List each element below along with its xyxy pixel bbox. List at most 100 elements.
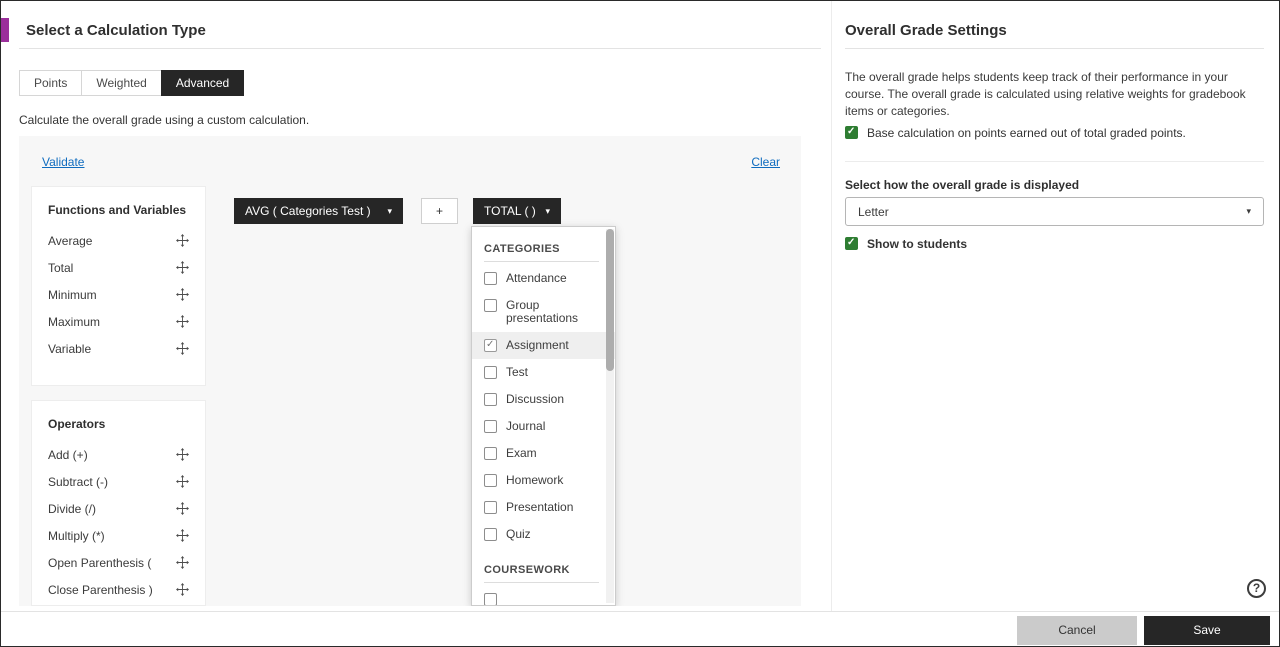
- base-calculation-checkbox[interactable]: Base calculation on points earned out of…: [845, 126, 1186, 140]
- functions-variables-card: Functions and Variables Average Total Mini…: [31, 186, 206, 386]
- operator-item-label: Subtract (-): [48, 474, 109, 489]
- functions-variables-title: Functions and Variables: [48, 203, 187, 217]
- add-operator-chip[interactable]: +: [421, 198, 458, 224]
- move-icon[interactable]: [176, 261, 189, 274]
- function-item[interactable]: Maximum: [48, 308, 189, 335]
- checkbox-icon[interactable]: [484, 272, 497, 285]
- operator-item[interactable]: Divide (/): [48, 495, 189, 522]
- category-option[interactable]: Attendance: [484, 265, 599, 292]
- add-operator-chip-label: +: [435, 204, 443, 218]
- save-button[interactable]: Save: [1144, 615, 1270, 645]
- operator-item[interactable]: Add (+): [48, 441, 189, 468]
- total-function-chip[interactable]: TOTAL ( ) ▾: [473, 198, 561, 224]
- overall-grade-description: The overall grade helps students keep tr…: [845, 70, 1246, 118]
- operator-item[interactable]: Open Parenthesis (: [48, 549, 189, 576]
- operator-item-label: Divide (/): [48, 501, 97, 516]
- category-option-label: Homework: [506, 473, 564, 487]
- chevron-down-icon: ▾: [1246, 206, 1251, 216]
- move-icon[interactable]: [176, 234, 189, 247]
- chevron-down-icon: ▾: [545, 205, 550, 216]
- checkbox-icon[interactable]: [484, 339, 497, 352]
- function-item-label: Total: [48, 260, 74, 275]
- operator-item-label: Open Parenthesis (: [48, 555, 152, 570]
- gradebook-settings-window: Select a Calculation Type Points Weighte…: [0, 0, 1280, 647]
- checkbox-icon[interactable]: [845, 126, 858, 139]
- function-item[interactable]: Total: [48, 254, 189, 281]
- function-item-label: Maximum: [48, 314, 101, 329]
- category-option[interactable]: Test: [484, 359, 599, 386]
- category-option-label: Group presentations: [506, 298, 579, 325]
- footer-bar: Cancel Save: [1, 611, 1279, 646]
- category-option[interactable]: Group presentations: [484, 292, 599, 332]
- operator-item[interactable]: Multiply (*): [48, 522, 189, 549]
- function-item[interactable]: Variable: [48, 335, 189, 362]
- checkbox-icon[interactable]: [484, 593, 497, 605]
- move-icon[interactable]: [176, 556, 189, 569]
- base-calculation-label: Base calculation on points earned out of…: [867, 126, 1186, 140]
- grade-display-select[interactable]: Letter ▾: [845, 197, 1264, 226]
- category-option-label: Test: [506, 365, 529, 379]
- divider: [19, 48, 821, 49]
- checkbox-icon[interactable]: [484, 393, 497, 406]
- dropdown-scrollbar[interactable]: [606, 229, 614, 603]
- category-option[interactable]: Journal: [484, 413, 599, 440]
- avg-function-chip-label: AVG ( Categories Test ): [245, 204, 371, 218]
- tab-points[interactable]: Points: [19, 70, 83, 96]
- clear-link[interactable]: Clear: [751, 155, 780, 169]
- category-option[interactable]: Discussion: [484, 386, 599, 413]
- checkbox-icon[interactable]: [484, 474, 497, 487]
- divider: [845, 48, 1264, 49]
- total-category-dropdown: CATEGORIES Attendance Group presentations A…: [471, 226, 616, 606]
- operator-item-label: Close Parenthesis ): [48, 582, 153, 597]
- checkbox-icon[interactable]: [484, 501, 497, 514]
- checkbox-icon[interactable]: [484, 447, 497, 460]
- function-item-label: Average: [48, 233, 93, 248]
- page-title: Select a Calculation Type: [26, 22, 206, 39]
- accent-bar: [1, 18, 9, 42]
- category-option[interactable]: Exam: [484, 440, 599, 467]
- move-icon[interactable]: [176, 583, 189, 596]
- category-option-label: Presentation: [506, 500, 574, 514]
- move-icon[interactable]: [176, 529, 189, 542]
- operator-item[interactable]: Subtract (-): [48, 468, 189, 495]
- checkbox-icon[interactable]: [484, 299, 497, 312]
- overall-grade-settings-pane: Overall Grade Settings The overall grade…: [831, 1, 1279, 611]
- scrollbar-thumb[interactable]: [606, 229, 614, 371]
- move-icon[interactable]: [176, 475, 189, 488]
- validate-link[interactable]: Validate: [42, 155, 84, 169]
- category-option[interactable]: Homework: [484, 467, 599, 494]
- move-icon[interactable]: [176, 342, 189, 355]
- category-option[interactable]: Assignment: [472, 332, 615, 359]
- avg-function-chip[interactable]: AVG ( Categories Test ) ▾: [234, 198, 403, 224]
- checkbox-icon[interactable]: [845, 237, 858, 250]
- help-icon[interactable]: ?: [1247, 579, 1266, 598]
- tab-weighted[interactable]: Weighted: [81, 70, 162, 96]
- dropdown-section-header: CATEGORIES: [484, 243, 560, 255]
- function-item[interactable]: Average: [48, 227, 189, 254]
- category-option-label: Attendance: [506, 271, 567, 285]
- operator-item-label: Add (+): [48, 447, 88, 462]
- category-option[interactable]: [484, 586, 599, 605]
- category-option[interactable]: Presentation: [484, 494, 599, 521]
- divider: [484, 261, 599, 262]
- move-icon[interactable]: [176, 502, 189, 515]
- show-to-students-checkbox[interactable]: Show to students: [845, 237, 967, 251]
- category-option[interactable]: Quiz: [484, 521, 599, 548]
- checkbox-icon[interactable]: [484, 528, 497, 541]
- functions-list: Average Total Minimum Maximum Variable: [48, 227, 189, 362]
- grade-display-select-value: Letter: [858, 204, 889, 219]
- checkbox-icon[interactable]: [484, 420, 497, 433]
- operator-item[interactable]: Close Parenthesis ): [48, 576, 189, 603]
- move-icon[interactable]: [176, 288, 189, 301]
- category-option-label: Journal: [506, 419, 546, 433]
- calculation-type-pane: Select a Calculation Type Points Weighte…: [1, 1, 831, 611]
- checkbox-icon[interactable]: [484, 366, 497, 379]
- operators-title: Operators: [48, 417, 106, 431]
- calculation-canvas: Validate Clear Functions and Variables A…: [19, 136, 801, 606]
- category-option-label: Quiz: [506, 527, 531, 541]
- cancel-button[interactable]: Cancel: [1017, 615, 1137, 645]
- move-icon[interactable]: [176, 448, 189, 461]
- move-icon[interactable]: [176, 315, 189, 328]
- tab-advanced[interactable]: Advanced: [160, 70, 245, 96]
- function-item[interactable]: Minimum: [48, 281, 189, 308]
